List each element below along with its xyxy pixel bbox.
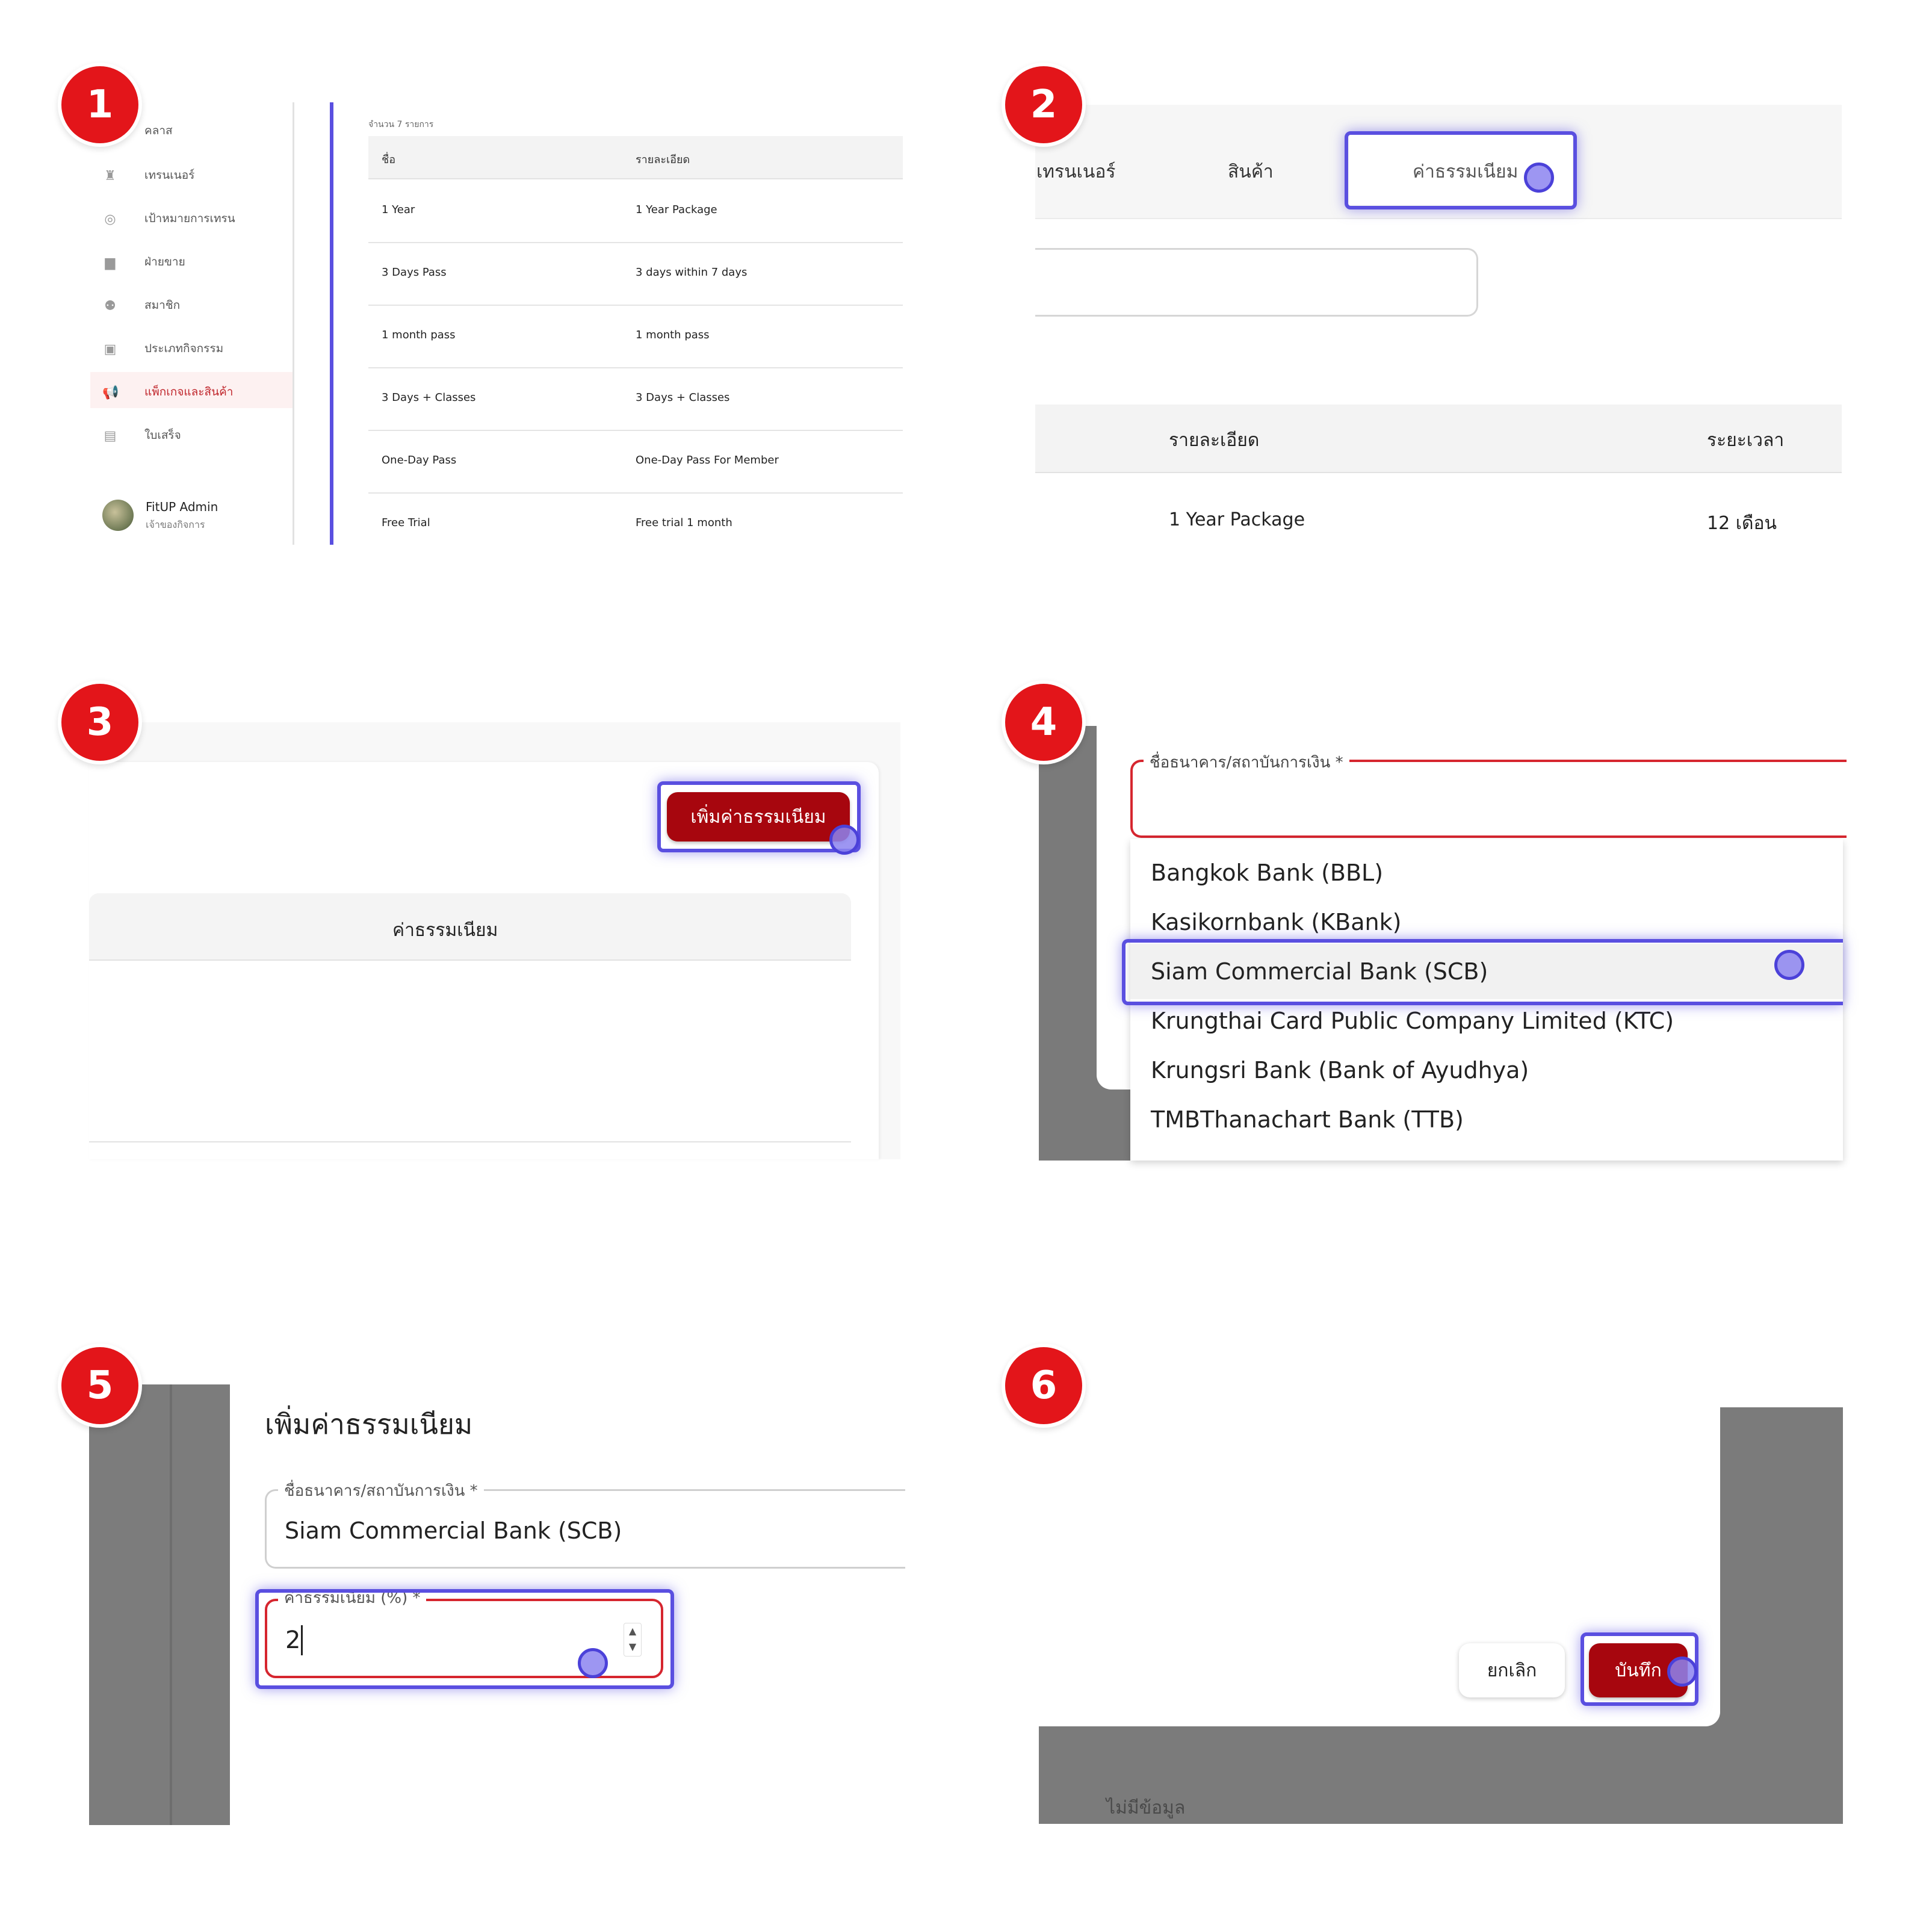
step-badge-1: 1 bbox=[58, 63, 142, 147]
step-badge-6: 6 bbox=[1002, 1344, 1086, 1428]
cell-detail: 1 Year Package bbox=[1169, 509, 1305, 530]
tab-products[interactable]: สินค้า bbox=[1228, 158, 1274, 186]
cell-name: One-Day Pass bbox=[382, 454, 457, 466]
cell-name: 1 month pass bbox=[382, 329, 456, 341]
cell-name: Free Trial bbox=[382, 516, 430, 529]
sidebar-item-label: เป้าหมายการเทรน bbox=[144, 212, 235, 225]
highlight-fee-input bbox=[255, 1589, 674, 1689]
user-role: เจ้าของกิจการ bbox=[146, 519, 205, 530]
option-ktc[interactable]: Krungthai Card Public Company Limited (K… bbox=[1151, 1008, 1674, 1034]
cell-detail: One-Day Pass For Member bbox=[636, 454, 779, 466]
cell-detail: 3 Days + Classes bbox=[636, 391, 730, 404]
sidebar-item-trainer[interactable]: ♜ เทรนเนอร์ bbox=[102, 166, 194, 184]
overlay-divider bbox=[170, 1384, 172, 1825]
cell-detail: Free trial 1 month bbox=[636, 516, 732, 529]
sidebar-item-target[interactable]: ◎ เป้าหมายการเทรน bbox=[102, 209, 235, 228]
table-header: ค่าธรรมเนียม bbox=[89, 893, 851, 961]
sidebar-item-packages[interactable]: 📢 แพ็กเกจและสินค้า bbox=[102, 383, 233, 401]
avatar[interactable] bbox=[102, 500, 134, 531]
briefcase-icon: ▆ bbox=[105, 255, 116, 270]
cell-detail: 1 Year Package bbox=[636, 203, 717, 216]
sidebar-item-label: สมาชิก bbox=[144, 299, 181, 312]
modal-title: เพิ่มค่าธรรมเนียม bbox=[265, 1408, 473, 1440]
table-row[interactable]: 1 month pass 1 month pass bbox=[368, 306, 903, 368]
click-indicator bbox=[1524, 163, 1554, 193]
search-input[interactable] bbox=[1035, 248, 1478, 317]
target-icon: ◎ bbox=[104, 212, 116, 227]
table-row[interactable]: Free Trial Free trial 1 month bbox=[368, 494, 903, 545]
cell-detail: 1 month pass bbox=[636, 329, 710, 341]
sidebar-item-activity[interactable]: ▣ ประเภทกิจกรรม bbox=[102, 339, 224, 358]
col-name-header: ชื่อ bbox=[382, 153, 396, 166]
cell-name: 3 Days Pass bbox=[382, 266, 447, 279]
option-krungsri[interactable]: Krungsri Bank (Bank of Ayudhya) bbox=[1151, 1057, 1529, 1083]
activity-icon: ▣ bbox=[104, 342, 117, 357]
sidebar-item-members[interactable]: ⚉ สมาชิก bbox=[102, 296, 180, 314]
highlight-option-scb bbox=[1122, 939, 1843, 1005]
col-detail-header: รายละเอียด bbox=[636, 153, 690, 166]
modal-overlay bbox=[89, 1384, 230, 1825]
sidebar-divider bbox=[293, 102, 294, 545]
click-indicator bbox=[578, 1648, 608, 1678]
cell-duration: 12 เดือน bbox=[1707, 513, 1777, 534]
table-bottom-border bbox=[89, 1141, 851, 1142]
sidebar-item-label: แพ็กเกจและสินค้า bbox=[144, 385, 234, 398]
col-duration-header: ระยะเวลา bbox=[1707, 430, 1785, 451]
trainer-icon: ♜ bbox=[104, 169, 116, 184]
table-header: รายละเอียด ระยะเวลา bbox=[1035, 404, 1842, 473]
scroll-indicator bbox=[330, 102, 333, 545]
record-count: จำนวน 7 รายการ bbox=[368, 120, 434, 129]
megaphone-icon: 📢 bbox=[102, 385, 119, 400]
table-row[interactable]: One-Day Pass One-Day Pass For Member bbox=[368, 431, 903, 494]
table-row[interactable]: 1 Year Package 12 เดือน bbox=[1035, 476, 1842, 542]
step-badge-4: 4 bbox=[1002, 680, 1086, 764]
table-row[interactable]: 3 Days + Classes 3 Days + Classes bbox=[368, 368, 903, 431]
sidebar-item-sales[interactable]: ▆ ฝ่ายขาย bbox=[102, 253, 185, 271]
sidebar-item-receipt[interactable]: ▤ ใบเสร็จ bbox=[102, 426, 181, 444]
click-indicator bbox=[1667, 1657, 1697, 1687]
option-bbl[interactable]: Bangkok Bank (BBL) bbox=[1151, 860, 1383, 886]
cell-name: 3 Days + Classes bbox=[382, 391, 476, 404]
sidebar-item-label: เทรนเนอร์ bbox=[144, 169, 195, 182]
col-detail-header: รายละเอียด bbox=[1169, 430, 1260, 451]
sidebar-item-label: ใบเสร็จ bbox=[144, 429, 181, 442]
table-row[interactable]: 3 Days Pass 3 days within 7 days bbox=[368, 243, 903, 306]
step-badge-2: 2 bbox=[1002, 63, 1086, 147]
table-header: ชื่อ รายละเอียด bbox=[368, 136, 903, 179]
option-ttb[interactable]: TMBThanachart Bank (TTB) bbox=[1151, 1106, 1464, 1133]
sidebar-item-label: ฝ่ายขาย bbox=[144, 255, 185, 268]
tab-trainer[interactable]: เทรนเนอร์ bbox=[1036, 158, 1116, 186]
cell-detail: 3 days within 7 days bbox=[636, 266, 748, 279]
members-icon: ⚉ bbox=[104, 299, 116, 314]
click-indicator bbox=[1774, 950, 1804, 980]
step-badge-5: 5 bbox=[58, 1344, 142, 1428]
bank-field-value: Siam Commercial Bank (SCB) bbox=[285, 1517, 622, 1544]
sidebar-item-label: คลาส bbox=[144, 124, 173, 137]
sidebar-item-label: ประเภทกิจกรรม bbox=[144, 342, 224, 355]
empty-state-text: ไม่มีข้อมูล bbox=[1106, 1797, 1186, 1818]
bank-select-label: ชื่อธนาคาร/สถาบันการเงิน * bbox=[1144, 750, 1349, 775]
receipt-icon: ▤ bbox=[104, 429, 117, 444]
option-kbank[interactable]: Kasikornbank (KBank) bbox=[1151, 909, 1401, 935]
cell-name: 1 Year bbox=[382, 203, 415, 216]
bank-field-label: ชื่อธนาคาร/สถาบันการเงิน * bbox=[278, 1478, 484, 1503]
col-fee-header: ค่าธรรมเนียม bbox=[392, 920, 498, 941]
table-row[interactable]: 1 Year 1 Year Package bbox=[368, 181, 903, 243]
cancel-button[interactable]: ยกเลิก bbox=[1459, 1643, 1565, 1697]
step-badge-3: 3 bbox=[58, 680, 142, 764]
click-indicator bbox=[829, 825, 859, 855]
user-name: FitUP Admin bbox=[146, 500, 218, 514]
